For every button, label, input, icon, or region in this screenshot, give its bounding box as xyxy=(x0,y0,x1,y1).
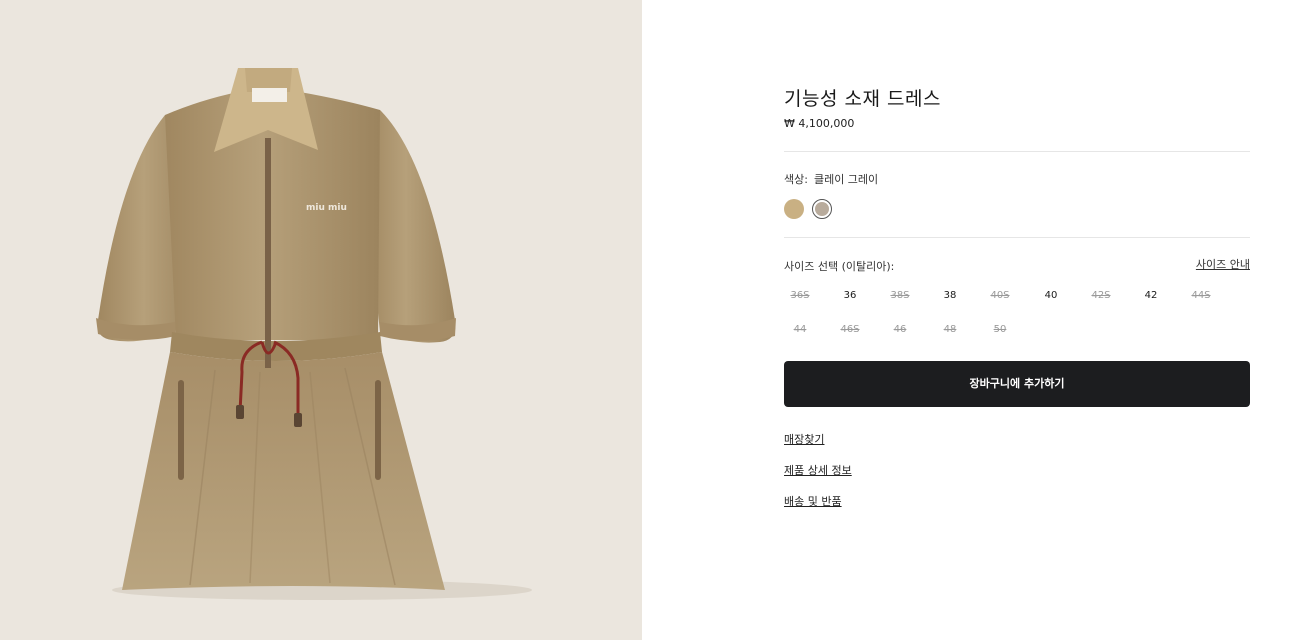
svg-text:miu miu: miu miu xyxy=(306,203,347,213)
size-option-36[interactable]: 36 xyxy=(834,287,866,305)
store-locator-link[interactable]: 매장찾기 xyxy=(784,431,824,447)
color-label-text: 색상: xyxy=(784,173,808,186)
product-title: 기능성 소재 드레스 xyxy=(784,88,941,110)
size-option-44s[interactable]: 44S xyxy=(1185,287,1217,305)
size-option-40[interactable]: 40 xyxy=(1035,287,1067,305)
product-price: ₩ 4,100,000 xyxy=(784,117,855,130)
product-details: 기능성 소재 드레스 ₩ 4,100,000 색상: 클레이 그레이 사이즈 선택… xyxy=(784,0,1250,640)
size-select-label: 사이즈 선택 (이탈리아): xyxy=(784,260,895,273)
selected-color-name: 클레이 그레이 xyxy=(813,173,879,186)
color-swatch-clay-grey[interactable] xyxy=(812,199,832,219)
color-label: 색상: 클레이 그레이 xyxy=(784,171,878,187)
size-guide-link[interactable]: 사이즈 안내 xyxy=(1196,256,1250,272)
size-option-48[interactable]: 48 xyxy=(934,321,966,339)
size-option-40s[interactable]: 40S xyxy=(984,287,1016,305)
size-option-36s[interactable]: 36S xyxy=(784,287,816,305)
color-swatch-clay-grey-fill xyxy=(815,202,829,216)
divider xyxy=(784,237,1250,238)
size-option-46[interactable]: 46 xyxy=(884,321,916,339)
product-image-panel: miu miu xyxy=(0,0,642,640)
color-swatch-beige[interactable] xyxy=(784,199,804,219)
shipping-returns-link[interactable]: 배송 및 반품 xyxy=(784,493,842,509)
size-option-38s[interactable]: 38S xyxy=(884,287,916,305)
size-option-44[interactable]: 44 xyxy=(784,321,816,339)
product-image: miu miu xyxy=(96,68,532,600)
add-to-cart-button[interactable]: 장바구니에 추가하기 xyxy=(784,361,1250,407)
size-option-50[interactable]: 50 xyxy=(984,321,1016,339)
size-option-42s[interactable]: 42S xyxy=(1085,287,1117,305)
product-details-link[interactable]: 제품 상세 정보 xyxy=(784,462,852,478)
divider xyxy=(784,151,1250,152)
size-option-46s[interactable]: 46S xyxy=(834,321,866,339)
size-option-38[interactable]: 38 xyxy=(934,287,966,305)
size-option-42[interactable]: 42 xyxy=(1135,287,1167,305)
